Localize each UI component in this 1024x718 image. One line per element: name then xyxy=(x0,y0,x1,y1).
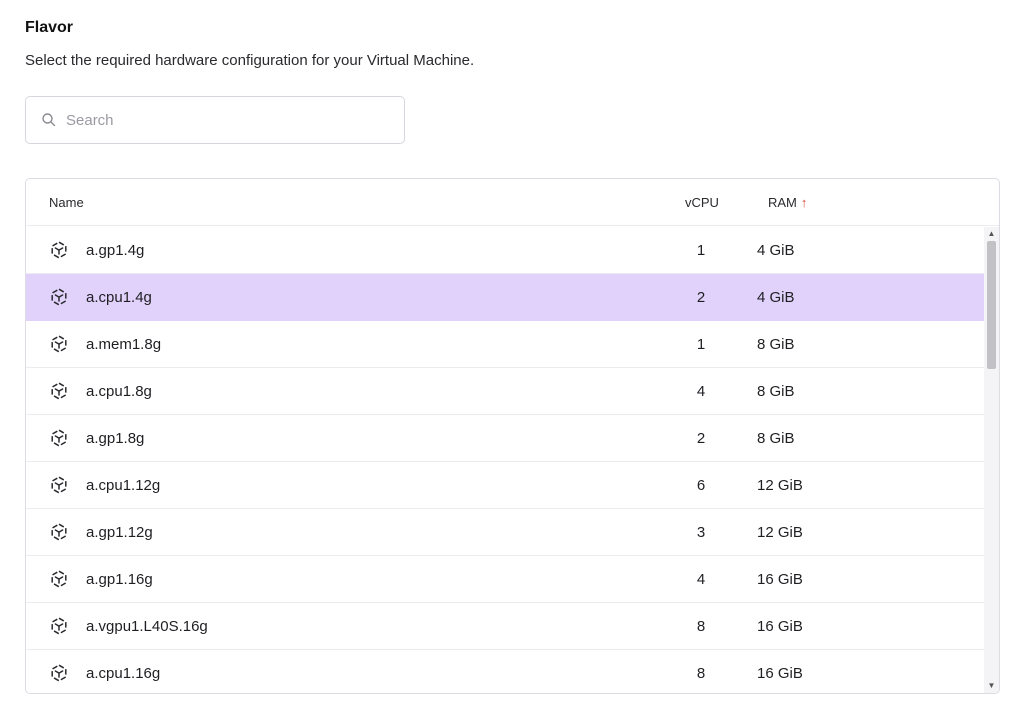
flavor-cube-icon xyxy=(51,288,67,306)
flavor-cube-icon xyxy=(51,241,67,259)
cell-ram: 16 GiB xyxy=(757,665,803,682)
cell-name: a.mem1.8g xyxy=(86,336,162,353)
flavor-cube-icon xyxy=(51,476,67,494)
cell-vcpu: 3 xyxy=(696,524,706,541)
sort-ascending-icon: ↑ xyxy=(800,195,808,210)
table-row[interactable]: a.gp1.16g 4 16 GiB xyxy=(26,556,986,603)
cell-name: a.gp1.8g xyxy=(86,430,145,447)
vertical-scrollbar[interactable]: ▲ ▼ xyxy=(984,227,999,693)
scroll-up-arrow-icon[interactable]: ▲ xyxy=(984,227,999,241)
flavor-table: Name vCPU RAM ↑ a.gp1.4g 1 4 GiB a.cpu1.4… xyxy=(25,178,1000,694)
table-row[interactable]: a.mem1.8g 1 8 GiB xyxy=(26,321,986,368)
table-row[interactable]: a.gp1.4g 1 4 GiB xyxy=(26,227,986,274)
table-row[interactable]: a.gp1.12g 3 12 GiB xyxy=(26,509,986,556)
flavor-cube-icon xyxy=(51,617,67,635)
cell-name: a.gp1.16g xyxy=(86,571,153,588)
flavor-cube-icon xyxy=(51,523,67,541)
cell-ram: 12 GiB xyxy=(757,524,803,541)
cell-ram: 8 GiB xyxy=(757,430,795,447)
table-row[interactable]: a.cpu1.4g 2 4 GiB xyxy=(26,274,986,321)
scroll-down-arrow-icon[interactable]: ▼ xyxy=(984,679,999,693)
search-box[interactable] xyxy=(25,96,405,144)
column-header-vcpu[interactable]: vCPU xyxy=(685,195,719,210)
scroll-thumb[interactable] xyxy=(987,241,996,369)
cell-name: a.cpu1.12g xyxy=(86,477,161,494)
search-input[interactable] xyxy=(66,97,396,143)
cell-vcpu: 8 xyxy=(696,618,706,635)
cell-name: a.cpu1.8g xyxy=(86,383,152,400)
flavor-cube-icon xyxy=(51,429,67,447)
column-header-ram[interactable]: RAM ↑ xyxy=(768,195,807,210)
section-description: Select the required hardware configurati… xyxy=(25,52,475,69)
cell-ram: 8 GiB xyxy=(757,336,795,353)
cell-vcpu: 2 xyxy=(696,430,706,447)
cell-vcpu: 8 xyxy=(696,665,706,682)
cell-ram: 16 GiB xyxy=(757,571,803,588)
table-row[interactable]: a.vgpu1.L40S.16g 8 16 GiB xyxy=(26,603,986,650)
cell-vcpu: 1 xyxy=(696,242,706,259)
cell-vcpu: 6 xyxy=(696,477,706,494)
flavor-cube-icon xyxy=(51,664,67,682)
cell-name: a.cpu1.16g xyxy=(86,665,161,682)
section-title: Flavor xyxy=(25,19,74,36)
column-header-name[interactable]: Name xyxy=(49,195,84,210)
search-icon xyxy=(42,113,56,127)
table-row[interactable]: a.gp1.8g 2 8 GiB xyxy=(26,415,986,462)
flavor-cube-icon xyxy=(51,335,67,353)
cell-ram: 8 GiB xyxy=(757,383,795,400)
cell-name: a.cpu1.4g xyxy=(86,289,152,306)
cell-vcpu: 1 xyxy=(696,336,706,353)
table-row[interactable]: a.cpu1.8g 4 8 GiB xyxy=(26,368,986,415)
cell-ram: 4 GiB xyxy=(757,289,795,306)
cell-vcpu: 4 xyxy=(696,571,706,588)
table-header: Name vCPU RAM ↑ xyxy=(26,179,999,226)
cell-ram: 12 GiB xyxy=(757,477,803,494)
flavor-cube-icon xyxy=(51,570,67,588)
cell-name: a.gp1.12g xyxy=(86,524,153,541)
cell-vcpu: 4 xyxy=(696,383,706,400)
cell-vcpu: 2 xyxy=(696,289,706,306)
cell-name: a.gp1.4g xyxy=(86,242,145,259)
table-body: a.gp1.4g 1 4 GiB a.cpu1.4g 2 4 GiB a.mem… xyxy=(26,227,986,693)
table-row[interactable]: a.cpu1.16g 8 16 GiB xyxy=(26,650,986,693)
flavor-cube-icon xyxy=(51,382,67,400)
column-header-ram-label: RAM xyxy=(768,195,797,210)
table-row[interactable]: a.cpu1.12g 6 12 GiB xyxy=(26,462,986,509)
cell-ram: 4 GiB xyxy=(757,242,795,259)
cell-ram: 16 GiB xyxy=(757,618,803,635)
cell-name: a.vgpu1.L40S.16g xyxy=(86,618,208,635)
